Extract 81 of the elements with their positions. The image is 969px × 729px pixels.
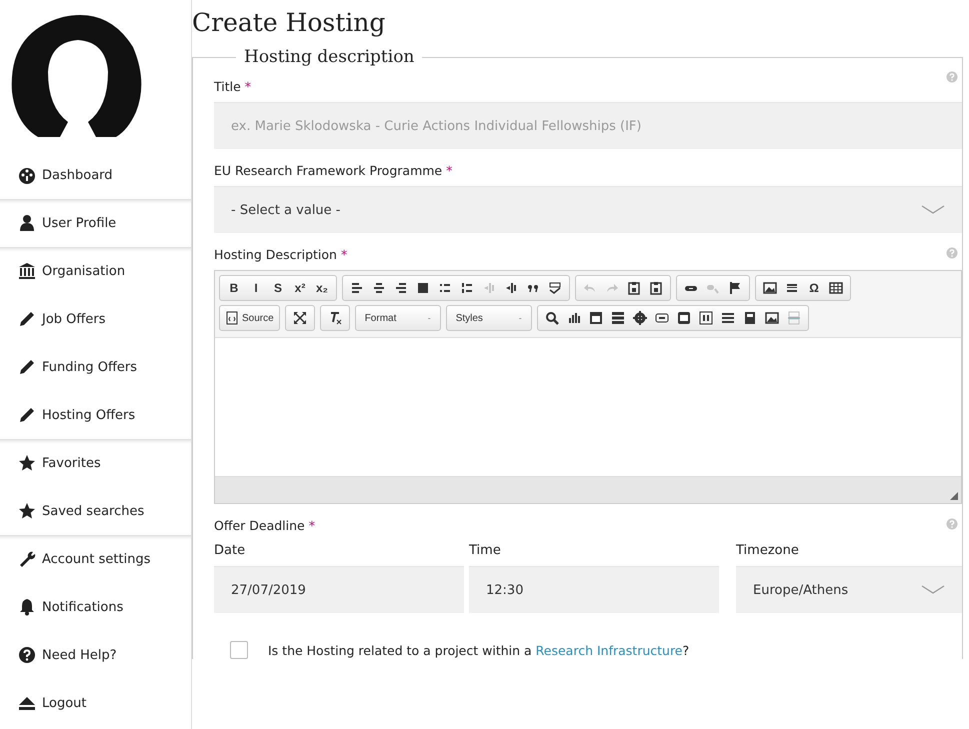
format-button[interactable]: x₂ (311, 277, 333, 299)
pencil-icon (18, 358, 36, 376)
format-dropdown[interactable]: Format - (358, 307, 437, 329)
source-button[interactable]: Source (223, 307, 276, 329)
bank-icon (18, 262, 36, 280)
required-mark: * (308, 518, 315, 533)
title-input[interactable]: ex. Marie Sklodowska - Curie Actions Individual Fellowships (IF) (214, 102, 962, 149)
chevron-icon (921, 205, 945, 215)
field-label: EU Research Framework Programme (214, 163, 442, 178)
infrastructure-link[interactable]: Research Infrastructure (536, 642, 683, 658)
justify-icon (416, 281, 430, 295)
lines-icon (720, 311, 735, 325)
table-icon (829, 281, 843, 295)
field-label: Date (214, 543, 246, 558)
save-icon (742, 311, 757, 325)
resize-grip-icon[interactable] (950, 492, 958, 500)
indent-icon (504, 281, 518, 295)
numbers-icon (460, 281, 474, 295)
field-label: Hosting Description (214, 247, 337, 262)
field-label: Title (214, 79, 241, 94)
image-icon (764, 311, 779, 325)
pencil-icon (18, 310, 36, 328)
outdent-icon (482, 281, 496, 295)
star-icon (18, 454, 36, 472)
timezone-select[interactable]: Europe/Athens (736, 566, 962, 613)
format-dropdown[interactable]: Styles - (450, 307, 528, 329)
sidebar-item[interactable]: Notifications (0, 583, 191, 631)
date-input[interactable]: 27/07/2019 (214, 566, 464, 613)
required-mark: * (244, 79, 252, 94)
help-icon (18, 646, 36, 664)
dashboard-icon (18, 166, 36, 184)
format-button[interactable]: S (267, 277, 289, 299)
page-title: Create Hosting (192, 8, 386, 37)
chevron-icon (921, 585, 945, 595)
sidebar-item[interactable]: Need Help? (0, 631, 191, 679)
paste-icon (627, 281, 641, 295)
sidebar-item[interactable]: Dashboard (0, 151, 191, 199)
sidebar-item[interactable]: Favorites (0, 439, 191, 487)
sidebar-item[interactable]: Organisation (0, 247, 191, 295)
bell-icon (18, 598, 36, 616)
required-mark: * (446, 163, 452, 178)
checkbox[interactable] (230, 641, 248, 659)
format-button[interactable]: Ω (803, 277, 825, 299)
eject-icon (18, 694, 36, 712)
alignleft-icon (350, 281, 364, 295)
sidebar-item[interactable]: Account settings (0, 535, 191, 583)
wrench-icon (18, 550, 36, 568)
format-button[interactable]: I (245, 277, 267, 299)
aligncenter-icon (372, 281, 386, 295)
field-label: Timezone (736, 543, 800, 558)
programme-select[interactable]: - Select a value - (214, 186, 962, 233)
bars-icon (610, 311, 625, 325)
format-button[interactable]: B (223, 277, 245, 299)
time-input[interactable]: 12:30 (469, 566, 719, 613)
sidebar-item[interactable]: Saved searches (0, 487, 191, 535)
sidebar-item[interactable]: Logout (0, 679, 191, 727)
chart-icon (566, 311, 581, 325)
field-label: Offer Deadline (214, 518, 305, 533)
sidebar-item[interactable]: Job Offers (0, 295, 191, 343)
paste-icon (649, 281, 663, 295)
window-icon (588, 311, 603, 325)
search-icon (544, 311, 559, 325)
sidebar-item[interactable]: Hosting Offers (0, 391, 191, 439)
bullets-icon (438, 281, 452, 295)
user-icon (18, 214, 36, 232)
star-icon (18, 502, 36, 520)
hrule-icon (785, 281, 799, 295)
image-icon (763, 281, 777, 295)
format-button[interactable]: x² (289, 277, 311, 299)
source-icon (225, 311, 239, 325)
sidebar-item[interactable]: Funding Offers (0, 343, 191, 391)
maximize-icon (292, 311, 307, 325)
pencil-icon (18, 406, 36, 424)
checkbox-label: Is the Hosting related to a project within a Research Infrastructure? (268, 642, 690, 658)
flag-icon (728, 281, 742, 295)
field-label: Time (469, 543, 502, 558)
section-legend: Hosting description (236, 47, 422, 67)
alignright-icon (394, 281, 408, 295)
required-mark: * (340, 247, 348, 262)
pagebreak-icon (786, 311, 801, 325)
sidebar-item[interactable]: User Profile (0, 199, 191, 247)
